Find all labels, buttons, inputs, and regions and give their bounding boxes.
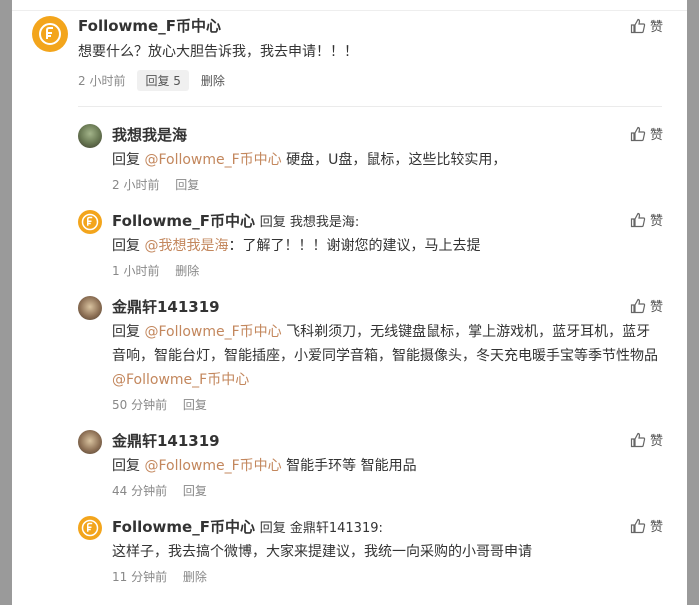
like-label: 赞 xyxy=(649,214,663,229)
reply-time: 11 分钟前 xyxy=(112,570,168,584)
reply-item: 金鼎轩141319 赞 回复 @Followme_F币中心 智能手环等 智能用品… xyxy=(78,430,687,500)
reply-meta: 2 小时前 回复 xyxy=(112,176,211,193)
reply-text: 回复 @Followme_F币中心 智能手环等 智能用品 xyxy=(112,454,660,478)
comment-text: 想要什么？放心大胆告诉我，我去申请！！！ xyxy=(78,44,358,60)
reply-meta: 50 分钟前 回复 xyxy=(112,396,219,413)
like-button[interactable]: 赞 xyxy=(630,16,663,35)
like-label: 赞 xyxy=(649,20,663,35)
reply-text: 回复 @我想我是海：了解了！！！谢谢您的建议，马上去提 xyxy=(112,234,660,258)
reply-content: 这样子，我去搞个微博，大家来提建议，我统一向采购的小哥哥申请 xyxy=(112,544,532,560)
comment-author[interactable]: Followme_F币中心 xyxy=(78,15,221,36)
f-coin-logo-icon xyxy=(39,23,61,45)
reply-item: Followme_F币中心 回复 我想我是海: 赞 回复 @我想我是海：了解了！… xyxy=(78,210,687,280)
thumbs-up-icon xyxy=(630,126,646,141)
reply-header: Followme_F币中心 回复 金鼎轩141319: xyxy=(112,516,383,537)
avatar[interactable] xyxy=(78,210,102,234)
reply-author[interactable]: 我想我是海 xyxy=(112,126,187,144)
like-button[interactable]: 赞 xyxy=(630,124,663,143)
like-button[interactable]: 赞 xyxy=(630,210,663,229)
reply-header: 金鼎轩141319 xyxy=(112,296,220,317)
like-button[interactable]: 赞 xyxy=(630,516,663,535)
reply-target: 回复 我想我是海: xyxy=(259,215,360,230)
thumbs-up-icon xyxy=(630,18,646,33)
mention-link[interactable]: @Followme_F币中心 xyxy=(144,458,281,474)
avatar[interactable] xyxy=(78,516,102,540)
reply-time: 2 小时前 xyxy=(112,178,160,192)
mention-link[interactable]: @Followme_F币中心 xyxy=(144,324,281,340)
comment-time: 2 小时前 xyxy=(78,74,126,88)
reply-action[interactable]: 回复 xyxy=(175,178,199,192)
thumbs-up-icon xyxy=(630,518,646,533)
like-label: 赞 xyxy=(649,300,663,315)
avatar[interactable] xyxy=(78,124,102,148)
thumbs-up-icon xyxy=(630,432,646,447)
reply-meta: 44 分钟前 回复 xyxy=(112,482,219,499)
like-label: 赞 xyxy=(649,128,663,143)
reply-action[interactable]: 回复 xyxy=(183,398,207,412)
page-background-right xyxy=(687,0,699,605)
delete-button[interactable]: 删除 xyxy=(201,72,225,89)
reply-prefix: 回复 xyxy=(112,458,145,474)
avatar[interactable] xyxy=(78,430,102,454)
reply-header: 金鼎轩141319 xyxy=(112,430,220,451)
reply-item: 金鼎轩141319 赞 回复 @Followme_F币中心 飞科剃须刀，无线键盘… xyxy=(78,296,687,416)
reply-item: 我想我是海 赞 回复 @Followme_F币中心 硬盘，U盘，鼠标，这些比较实… xyxy=(78,124,687,194)
reply-action[interactable]: 删除 xyxy=(183,570,207,584)
comment-panel: Followme_F币中心 想要什么？放心大胆告诉我，我去申请！！！ 2 小时前… xyxy=(12,0,687,605)
reply-time: 44 分钟前 xyxy=(112,484,168,498)
f-coin-logo-icon xyxy=(81,213,99,231)
reply-author[interactable]: Followme_F币中心 xyxy=(112,212,255,230)
avatar[interactable] xyxy=(78,296,102,320)
reply-content: ：了解了！！！谢谢您的建议，马上去提 xyxy=(228,238,481,254)
thumbs-up-icon xyxy=(630,212,646,227)
reply-item: Followme_F币中心 回复 金鼎轩141319: 赞 这样子，我去搞个微博… xyxy=(78,516,687,586)
reply-text: 回复 @Followme_F币中心 硬盘，U盘，鼠标，这些比较实用， xyxy=(112,148,660,172)
mention-link[interactable]: @Followme_F币中心 xyxy=(144,152,281,168)
like-button[interactable]: 赞 xyxy=(630,430,663,449)
like-label: 赞 xyxy=(649,520,663,535)
comment-meta: 2 小时前 回复 5 删除 xyxy=(78,70,225,91)
reply-target: 回复 金鼎轩141319: xyxy=(259,521,383,536)
reply-header: 我想我是海 xyxy=(112,124,187,145)
mention-link[interactable]: @我想我是海 xyxy=(144,238,228,254)
reply-action[interactable]: 删除 xyxy=(175,264,199,278)
reply-text: 这样子，我去搞个微博，大家来提建议，我统一向采购的小哥哥申请 xyxy=(112,540,660,564)
reply-prefix: 回复 xyxy=(112,152,145,168)
reply-content: 智能手环等 智能用品 xyxy=(281,458,417,474)
thumbs-up-icon xyxy=(630,298,646,313)
reply-header: Followme_F币中心 回复 我想我是海: xyxy=(112,210,359,231)
reply-time: 50 分钟前 xyxy=(112,398,168,412)
reply-meta: 11 分钟前 删除 xyxy=(112,568,219,585)
divider xyxy=(12,10,687,11)
reply-button[interactable]: 回复 5 xyxy=(137,70,189,91)
divider xyxy=(78,106,662,107)
reply-prefix: 回复 xyxy=(112,324,145,340)
reply-action[interactable]: 回复 xyxy=(183,484,207,498)
avatar[interactable] xyxy=(32,16,68,52)
mention-link[interactable]: @Followme_F币中心 xyxy=(112,372,249,388)
like-label: 赞 xyxy=(649,434,663,449)
reply-author[interactable]: 金鼎轩141319 xyxy=(112,298,220,316)
like-button[interactable]: 赞 xyxy=(630,296,663,315)
f-coin-logo-icon xyxy=(81,519,99,537)
reply-prefix: 回复 xyxy=(112,238,145,254)
reply-author[interactable]: 金鼎轩141319 xyxy=(112,432,220,450)
reply-author[interactable]: Followme_F币中心 xyxy=(112,518,255,536)
reply-time: 1 小时前 xyxy=(112,264,160,278)
reply-text: 回复 @Followme_F币中心 飞科剃须刀，无线键盘鼠标，掌上游戏机，蓝牙耳… xyxy=(112,320,660,392)
reply-meta: 1 小时前 删除 xyxy=(112,262,211,279)
page-background-left xyxy=(0,0,12,605)
reply-content: 硬盘，U盘，鼠标，这些比较实用， xyxy=(281,152,507,168)
